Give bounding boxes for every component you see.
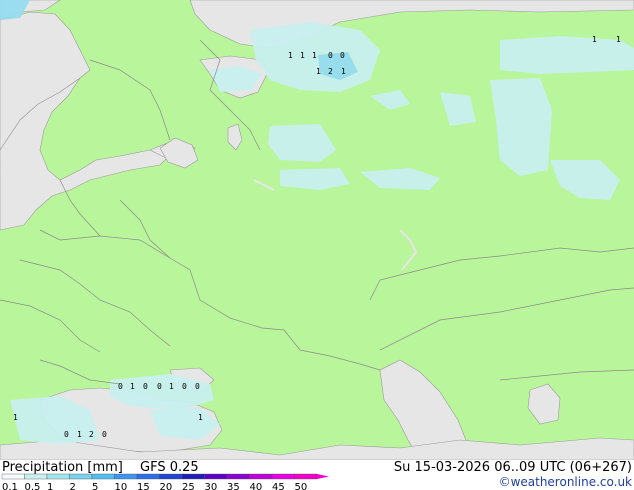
grid-value: 2 [328,67,333,76]
scale-swatch [24,473,48,480]
grid-value: 0 [102,430,107,439]
grid-value: 0 [182,382,187,391]
grid-value: 0 [340,51,345,60]
grid-value: 0 [118,382,123,391]
grid-value: 0 [328,51,333,60]
scale-tick-label: 35 [227,482,240,490]
scale-swatch [226,473,250,480]
scale-tick-label: 1 [47,482,53,490]
scale-swatch [294,473,318,480]
scale-swatch [204,473,228,480]
grid-value: 1 [130,382,135,391]
weather-map: 1 1 1 0 0 1 2 1 1 1 0 1 2 0 1 1 1 0 0 0 … [0,0,634,490]
grid-value: 2 [89,430,94,439]
scale-swatch [136,473,160,480]
credit: ©weatheronline.co.uk [499,475,632,489]
scale-tick-label: 45 [272,482,285,490]
scale-swatch [181,473,205,480]
scale-tick-label: 2 [70,482,76,490]
grid-value: 1 [77,430,82,439]
map-canvas: 1 1 1 0 0 1 2 1 1 1 0 1 2 0 1 1 1 0 0 0 … [0,0,634,490]
scale-tick-label: 0.5 [25,482,41,490]
scale-tick-label: 25 [182,482,195,490]
grid-value: 1 [312,51,317,60]
grid-value: 1 [316,67,321,76]
grid-value: 1 [616,35,621,44]
scale-tick-label: 5 [92,482,98,490]
scale-tick-label: 15 [137,482,150,490]
scale-tick-label: 0.1 [2,482,18,490]
model-name: GFS 0.25 [140,460,199,475]
scale-tick-label: 20 [160,482,173,490]
grid-value: 0 [143,382,148,391]
grid-value: 1 [300,51,305,60]
scale-tick-label: 30 [205,482,218,490]
valid-time: Su 15-03-2026 06..09 UTC (06+267) [394,460,632,475]
grid-value: 1 [592,35,597,44]
grid-value: 0 [195,382,200,391]
scale-swatch [159,473,183,480]
precip-scale [1,473,329,480]
scale-swatch [46,473,70,480]
scale-tick-label: 10 [115,482,128,490]
scale-swatch [271,473,295,480]
grid-value: 1 [288,51,293,60]
product-title: Precipitation [mm] [2,460,123,475]
grid-value: 1 [13,413,18,422]
scale-tick-label: 50 [295,482,308,490]
scale-swatch [91,473,115,480]
scale-tick-label: 40 [250,482,263,490]
grid-value: 0 [157,382,162,391]
grid-value: 1 [198,413,203,422]
scale-swatch [69,473,93,480]
scale-swatch [249,473,273,480]
grid-value: 1 [341,67,346,76]
grid-value: 1 [169,382,174,391]
grid-value: 0 [64,430,69,439]
scale-swatch [114,473,138,480]
scale-swatch [1,473,25,480]
